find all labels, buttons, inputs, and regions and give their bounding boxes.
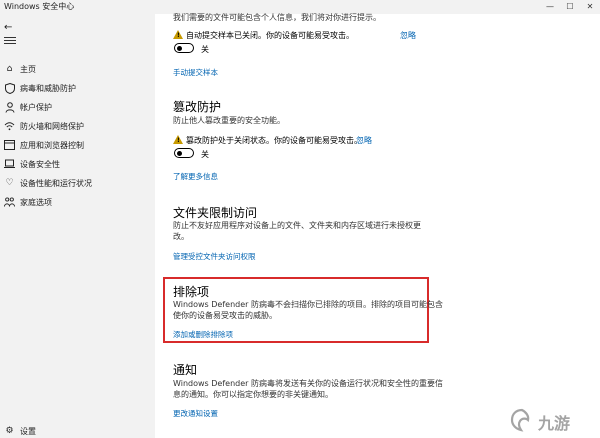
app-window-icon	[4, 140, 15, 151]
notifications-description-cont: 息的通知。你可以指定你想要的非关键通知。	[173, 390, 333, 399]
minimize-button[interactable]: —	[540, 0, 560, 14]
sidebar-item-device-security[interactable]: 设备安全性	[0, 156, 155, 174]
submit-sample-manually-link[interactable]: 手动提交样本	[173, 67, 218, 78]
sidebar-item-family-options[interactable]: 家庭选项	[0, 194, 155, 212]
dismiss-warning-button[interactable]: 忽略	[400, 30, 416, 41]
section-title-exclusions: 排除项	[173, 285, 210, 299]
gear-icon: ⚙	[5, 426, 14, 436]
sidebar-item-label: 家庭选项	[20, 198, 52, 207]
watermark-text: 九游	[538, 414, 571, 433]
section-title-folder-access: 文件夹限制访问	[173, 206, 258, 220]
window-title: Windows 安全中心	[4, 2, 75, 11]
sidebar-item-home[interactable]: ⌂ 主页	[0, 61, 155, 79]
close-button[interactable]: ✕	[580, 0, 600, 14]
toggle-state-label: 关	[201, 150, 209, 159]
sidebar-item-device-performance[interactable]: ♡ 设备性能和运行状况	[0, 175, 155, 193]
heart-icon: ♡	[5, 178, 14, 188]
sidebar-item-label: 设备性能和运行状况	[20, 179, 92, 188]
back-arrow-icon: ←	[4, 22, 13, 33]
shield-icon	[4, 82, 15, 95]
sidebar-item-label: 设置	[20, 427, 36, 436]
warning-text: 自动提交样本已关闭。你的设备可能易受攻击。	[186, 31, 354, 40]
warning-text: 篡改防护处于关闭状态。你的设备可能易受攻击。	[186, 136, 362, 145]
sample-submission-warning: ! 自动提交样本已关闭。你的设备可能易受攻击。	[173, 30, 413, 42]
sidebar-item-label: 主页	[20, 65, 36, 74]
sidebar-item-label: 病毒和威胁防护	[20, 84, 76, 93]
jiuyou-logo-icon	[510, 408, 534, 432]
tamper-protection-toggle[interactable]	[174, 148, 194, 158]
section-title-notifications: 通知	[173, 363, 198, 377]
manage-folder-access-link[interactable]: 管理受控文件夹访问权限	[173, 251, 256, 262]
person-icon	[4, 102, 15, 113]
exclusions-description: Windows Defender 防病毒不会扫描你已排除的项目。排除的项目可能包…	[173, 300, 443, 309]
wifi-icon	[4, 121, 15, 132]
sidebar-item-label: 帐户保护	[20, 103, 52, 112]
sidebar-item-app-browser-control[interactable]: 应用和浏览器控制	[0, 137, 155, 155]
sidebar-item-virus-protection[interactable]: 病毒和威胁防护	[0, 80, 155, 98]
watermark: 九游	[510, 408, 592, 433]
tamper-protection-description: 防止他人篡改重要的安全功能。	[173, 116, 285, 125]
toggle-state-label: 关	[201, 45, 209, 54]
dismiss-warning-button[interactable]: 忽略	[356, 135, 372, 146]
sample-submission-description: 我们需要的文件可能包含个人信息，我们将对你进行提示。	[173, 13, 381, 22]
back-button[interactable]: ←	[4, 22, 16, 34]
family-icon	[4, 197, 15, 208]
sidebar-item-label: 防火墙和网络保护	[20, 122, 84, 131]
sidebar: ← ⌂ 主页 病毒和威胁防护 帐户保护 防火墙和网络保护 应用和浏览器控制 设备…	[0, 14, 155, 438]
home-icon: ⌂	[6, 64, 13, 74]
notifications-description: Windows Defender 防病毒将发送有关你的设备运行状况和安全性的重要…	[173, 379, 443, 388]
sidebar-item-settings[interactable]: ⚙ 设置	[0, 423, 155, 438]
sidebar-item-label: 应用和浏览器控制	[20, 141, 84, 150]
change-notification-settings-link[interactable]: 更改通知设置	[173, 408, 218, 419]
windows-security-window: Windows 安全中心 — ☐ ✕ ← ⌂ 主页 病毒和威胁防护 帐户保护 防…	[0, 0, 600, 438]
maximize-button[interactable]: ☐	[560, 0, 580, 14]
exclusions-description-cont: 使你的设备易受攻击的威胁。	[173, 311, 277, 320]
section-title-tamper-protection: 篡改防护	[173, 100, 222, 114]
sidebar-item-label: 设备安全性	[20, 160, 60, 169]
sidebar-item-firewall[interactable]: 防火墙和网络保护	[0, 118, 155, 136]
sample-submission-toggle[interactable]	[174, 43, 194, 53]
learn-more-link[interactable]: 了解更多信息	[173, 171, 218, 182]
sidebar-item-account-protection[interactable]: 帐户保护	[0, 99, 155, 117]
add-remove-exclusions-link[interactable]: 添加或删除排除项	[173, 329, 233, 340]
laptop-icon	[4, 159, 15, 170]
toggle-knob	[177, 45, 182, 51]
toggle-knob	[177, 150, 182, 156]
hamburger-menu-icon[interactable]	[4, 37, 16, 47]
folder-access-description-cont: 改。	[173, 232, 189, 241]
folder-access-description: 防止不友好应用程序对设备上的文件、文件夹和内存区域进行未授权更	[173, 221, 421, 230]
